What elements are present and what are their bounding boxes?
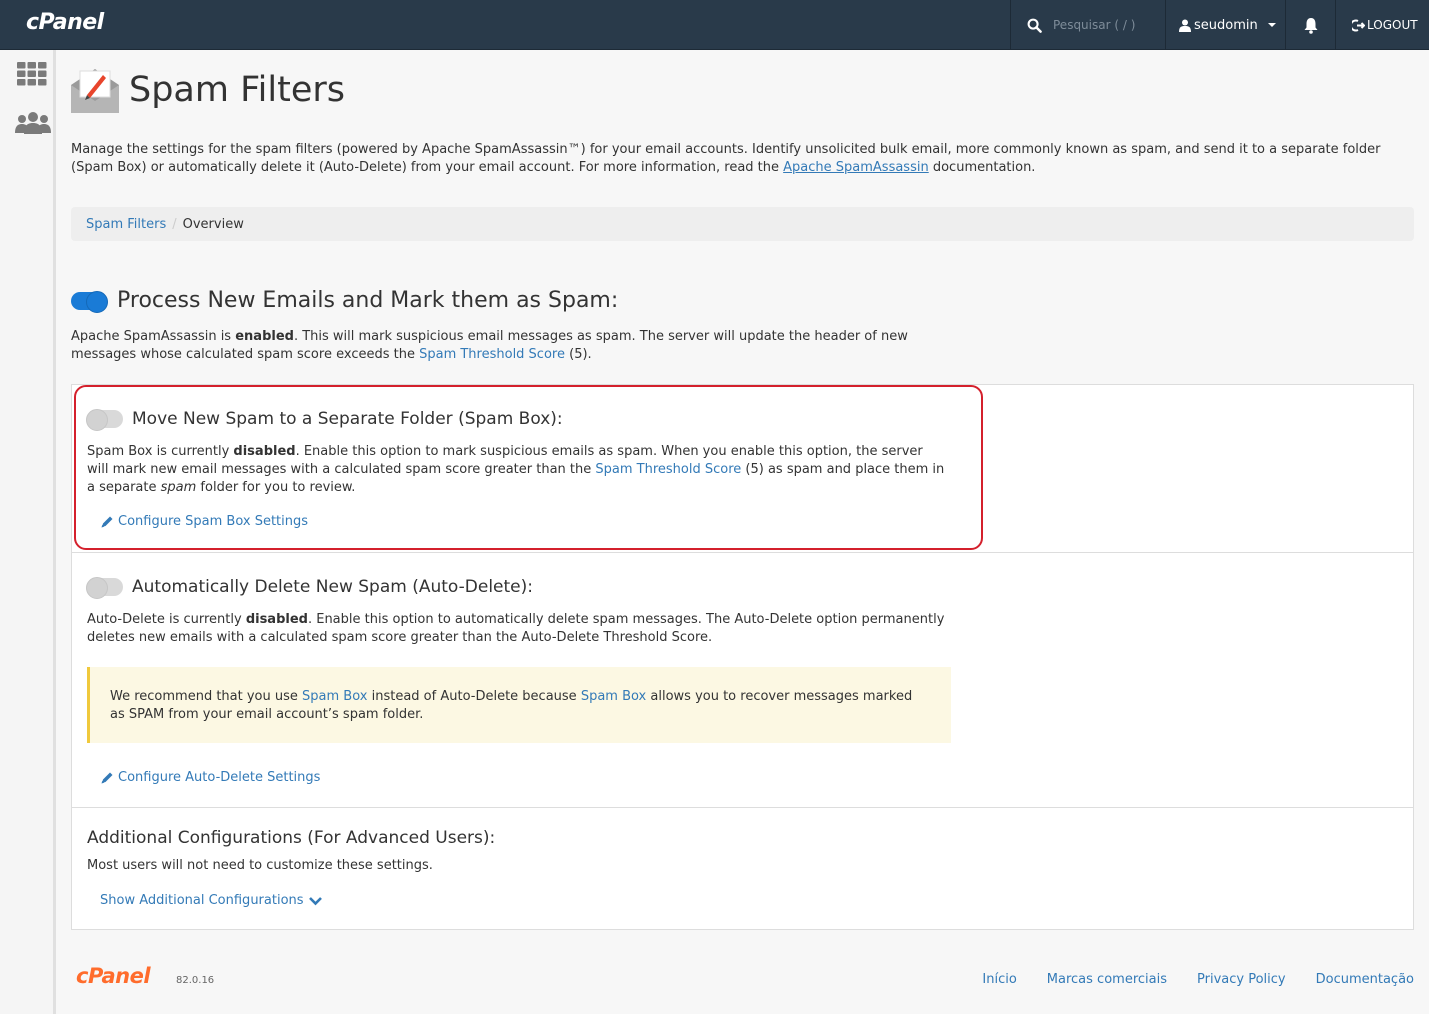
logout-icon <box>1352 19 1365 31</box>
process-emails-title: Process New Emails and Mark them as Spam… <box>117 288 619 313</box>
advanced-panel: Additional Configurations (For Advanced … <box>71 807 1414 930</box>
auto-delete-header: Automatically Delete New Spam (Auto-Dele… <box>86 577 533 599</box>
auto-delete-description: Auto-Delete is currently disabled. Enabl… <box>87 612 945 645</box>
bell-icon <box>1304 17 1317 34</box>
top-navbar: cPanel Pesquisar ( / ) seudomin LOGOUT <box>0 0 1429 50</box>
section-divider <box>72 552 1413 553</box>
spam-box-link[interactable]: Spam Box <box>302 689 367 704</box>
user-menu[interactable]: seudomin <box>1165 0 1285 50</box>
page-header: Spam Filters <box>71 64 345 116</box>
spam-box-link-2[interactable]: Spam Box <box>581 689 646 704</box>
search-input[interactable]: Pesquisar ( / ) <box>1053 18 1135 32</box>
configure-auto-delete-link[interactable]: Configure Auto-Delete Settings <box>100 770 320 785</box>
sidebar <box>0 50 56 1014</box>
footer-link-inicio[interactable]: Início <box>982 972 1016 987</box>
breadcrumb-separator: / <box>172 216 177 232</box>
apache-spamassassin-link[interactable]: Apache SpamAssassin <box>783 160 929 175</box>
logout-label: LOGOUT <box>1367 18 1418 32</box>
pencil-icon <box>101 772 113 783</box>
grid-icon[interactable] <box>17 62 47 86</box>
user-icon <box>1179 19 1191 32</box>
spam-filters-icon <box>71 69 119 113</box>
footer-link-documentation[interactable]: Documentação <box>1316 972 1414 987</box>
chevron-down-icon <box>308 896 322 905</box>
page-title: Spam Filters <box>129 70 346 110</box>
auto-delete-title: Automatically Delete New Spam (Auto-Dele… <box>132 577 533 597</box>
auto-delete-toggle[interactable] <box>86 577 123 599</box>
notifications-button[interactable] <box>1285 0 1335 50</box>
footer: cPanel 82.0.16 Início Marcas comerciais … <box>76 964 1414 994</box>
process-emails-description: Apache SpamAssassin is enabled. This wil… <box>71 329 908 362</box>
auto-delete-warning: We recommend that you use Spam Box inste… <box>87 667 951 743</box>
version-number: 82.0.16 <box>176 975 215 986</box>
footer-link-privacy-policy[interactable]: Privacy Policy <box>1197 972 1286 987</box>
breadcrumb-spam-filters[interactable]: Spam Filters <box>86 217 166 232</box>
logout-button[interactable]: LOGOUT <box>1335 0 1429 50</box>
username: seudomin <box>1194 17 1258 33</box>
footer-cpanel-logo[interactable]: cPanel <box>76 964 151 988</box>
search-box[interactable]: Pesquisar ( / ) <box>1010 0 1165 50</box>
cpanel-logo[interactable]: cPanel <box>26 10 104 35</box>
page-description: Manage the settings for the spam filters… <box>71 142 1381 175</box>
process-emails-header: Process New Emails and Mark them as Spam… <box>71 288 618 313</box>
search-icon <box>1027 18 1042 33</box>
breadcrumb: Spam Filters / Overview <box>71 207 1414 241</box>
breadcrumb-current: Overview <box>182 216 244 232</box>
users-icon[interactable] <box>15 112 51 134</box>
footer-links: Início Marcas comerciais Privacy Policy … <box>982 972 1414 987</box>
spam-threshold-score-link[interactable]: Spam Threshold Score <box>419 347 565 362</box>
show-additional-configurations-link[interactable]: Show Additional Configurations <box>100 893 322 908</box>
footer-link-trademarks[interactable]: Marcas comerciais <box>1047 972 1167 987</box>
highlight-box <box>74 385 983 550</box>
chevron-down-icon <box>1267 23 1276 27</box>
advanced-description: Most users will not need to customize th… <box>87 858 433 873</box>
advanced-title: Additional Configurations (For Advanced … <box>87 828 496 848</box>
process-emails-toggle[interactable] <box>71 290 108 313</box>
